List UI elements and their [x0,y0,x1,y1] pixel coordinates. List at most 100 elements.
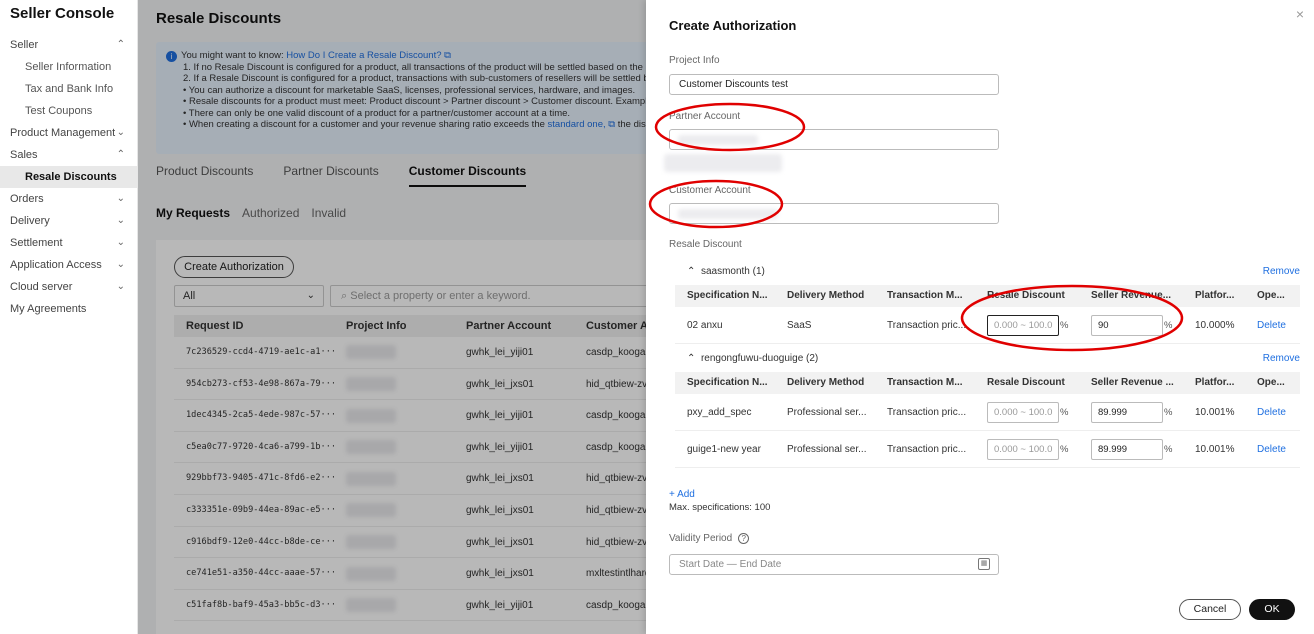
cancel-button[interactable]: Cancel [1179,599,1241,620]
sidebar-item[interactable]: Delivery ⌄ [0,210,137,232]
sidebar-item-label: Seller Information [25,61,112,73]
add-spec-button[interactable]: + Add [669,489,695,500]
percent-sign: % [1164,320,1173,331]
transaction-method: Transaction pric... [887,407,967,418]
delete-button[interactable]: Delete [1257,444,1286,455]
sidebar-item[interactable]: Product Management ⌄ [0,122,137,144]
seller-revenue-input[interactable]: 89.999 [1091,401,1163,423]
sidebar-item-label: Orders [10,193,44,205]
sidebar-item[interactable]: Seller Information [0,56,137,78]
sidebar-item[interactable]: Cloud server ⌄ [0,276,137,298]
redacted-value [678,209,778,219]
sidebar-item-label: Test Coupons [25,105,93,117]
percent-sign: % [1060,444,1069,455]
group-title[interactable]: ⌃ saasmonth (1) [687,263,765,281]
sidebar-item-label: Cloud server [10,281,73,293]
sidebar-item-label: Seller [10,39,39,51]
create-authorization-drawer: Create Authorization × Project Info Cust… [646,0,1314,634]
sidebar-item-label: Product Management [10,127,116,139]
max-spec-note: Max. specifications: 100 [669,502,771,513]
percent-sign: % [1060,320,1069,331]
sidebar-item[interactable]: Test Coupons [0,100,137,122]
discount-group-rengongfuwu: ⌃ rengongfuwu-duoguige (2) Remove Specif… [675,350,1300,468]
validity-period-label: Validity Period? [669,533,750,544]
customer-account-input[interactable] [669,203,999,224]
date-range-input[interactable]: Start Date — End Date ▦ [669,554,999,575]
brand-title: Seller Console [10,5,115,22]
group-header: ⌃ saasmonth (1) Remove [675,263,1300,281]
sidebar-item-label: Application Access [10,259,102,271]
customer-account-label: Customer Account [669,185,751,196]
project-info-label: Project Info [669,55,720,66]
spec-name: guige1-new year [687,444,761,455]
redacted-value [678,135,758,145]
sidebar-item[interactable]: Settlement ⌄ [0,232,137,254]
spec-name: pxy_add_spec [687,407,752,418]
column-header: Delivery Method [787,290,865,301]
spec-name: 02 anxu [687,320,723,331]
column-header: Ope... [1257,377,1285,388]
chevron-down-icon: ⌄ [116,215,125,226]
sidebar-item[interactable]: Sales ⌃ [0,144,137,166]
group-title[interactable]: ⌃ rengongfuwu-duoguige (2) [687,350,818,368]
resale-discount-label: Resale Discount [669,239,742,250]
seller-revenue-input[interactable]: 89.999 [1091,438,1163,460]
group-name: rengongfuwu-duoguige (2) [700,353,819,364]
column-header: Specification N... [687,377,768,388]
chevron-up-icon: ⌃ [687,266,696,277]
column-header: Seller Revenue... [1091,290,1172,301]
seller-revenue-input[interactable]: 90 [1091,314,1163,336]
platform-ratio: 10.001% [1195,407,1235,418]
ok-button[interactable]: OK [1249,599,1295,620]
discount-group-saasmonth: ⌃ saasmonth (1) Remove Specification N..… [675,263,1300,344]
column-header: Resale Discount [987,290,1065,301]
partner-account-input[interactable] [669,129,999,150]
sidebar-item[interactable]: Orders ⌄ [0,188,137,210]
transaction-method: Transaction pric... [887,320,967,331]
resale-discount-input[interactable]: 0.000 ~ 100.0 [987,401,1059,423]
percent-sign: % [1164,444,1173,455]
sidebar-item[interactable]: Tax and Bank Info [0,78,137,100]
chevron-down-icon: ⌄ [116,281,125,292]
column-header: Resale Discount [987,377,1065,388]
help-icon[interactable]: ? [738,533,750,544]
sidebar-item[interactable]: My Agreements [0,298,137,320]
column-header: Specification N... [687,290,768,301]
delete-button[interactable]: Delete [1257,407,1286,418]
column-header: Transaction M... [887,290,963,301]
calendar-icon[interactable]: ▦ [978,558,990,570]
group-name: saasmonth (1) [700,266,765,277]
redacted-value [664,154,782,172]
chevron-up-icon: ⌃ [116,149,125,160]
group-table-header: Specification N... Delivery Method Trans… [675,285,1300,307]
sidebar-item-label: Settlement [10,237,63,249]
close-icon[interactable]: × [1296,6,1304,22]
delete-button[interactable]: Delete [1257,320,1286,331]
sidebar-nav: Seller ⌃ Seller Information Tax and Bank In… [0,34,137,320]
resale-discount-input[interactable]: 0.000 ~ 100.0 [987,438,1059,460]
chevron-down-icon: ⌄ [116,193,125,204]
transaction-method: Transaction pric... [887,444,967,455]
chevron-down-icon: ⌄ [116,237,125,248]
delivery-method: Professional ser... [787,444,867,455]
column-header: Platfor... [1195,377,1235,388]
project-info-input[interactable]: Customer Discounts test [669,74,999,95]
sidebar-item-label: My Agreements [10,303,87,315]
remove-group-button[interactable]: Remove [1263,263,1300,281]
drawer-title: Create Authorization [669,18,797,33]
spec-row: guige1-new year Professional ser... Tran… [675,431,1300,468]
resale-discount-input[interactable]: 0.000 ~ 100.0 [987,314,1059,336]
column-header: Platfor... [1195,290,1235,301]
remove-group-button[interactable]: Remove [1263,350,1300,368]
percent-sign: % [1164,407,1173,418]
chevron-down-icon: ⌄ [116,127,125,138]
percent-sign: % [1060,407,1069,418]
sidebar-item[interactable]: Seller ⌃ [0,34,137,56]
sidebar-item[interactable]: Application Access ⌄ [0,254,137,276]
sidebar-item-label: Resale Discounts [25,171,117,183]
group-table-header: Specification N... Delivery Method Trans… [675,372,1300,394]
platform-ratio: 10.000% [1195,320,1235,331]
sidebar-item[interactable]: Resale Discounts [0,166,137,188]
chevron-up-icon: ⌃ [116,39,125,50]
validity-label-text: Validity Period [669,533,733,544]
